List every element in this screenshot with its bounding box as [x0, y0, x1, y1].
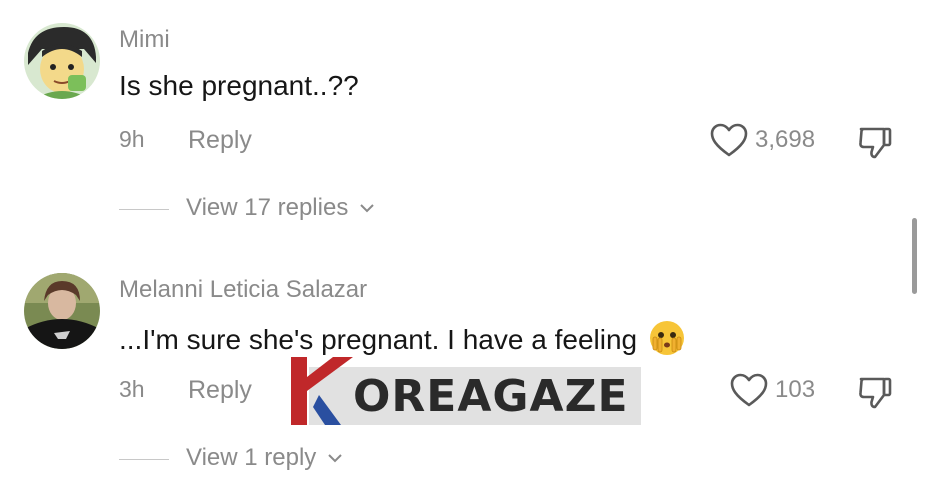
thumbs-down-outline-icon[interactable] — [855, 371, 895, 411]
avatar[interactable] — [24, 23, 100, 99]
chevron-down-icon — [327, 445, 343, 473]
watermark-k-mark — [289, 355, 359, 427]
comment-timestamp: 3h — [119, 376, 145, 402]
avatar[interactable] — [24, 273, 100, 349]
view-replies-label: View 17 replies — [186, 194, 349, 221]
comment-username[interactable]: Melanni Leticia Salazar — [119, 276, 367, 304]
reply-button[interactable]: Reply — [188, 376, 252, 405]
heart-outline-icon[interactable] — [709, 121, 749, 161]
divider — [119, 209, 169, 210]
heart-outline-icon[interactable] — [729, 371, 769, 411]
face-with-peeking-eye-icon — [649, 320, 685, 363]
comment-text-content: ...I'm sure she's pregnant. I have a fee… — [119, 323, 638, 355]
like-count: 103 — [775, 376, 816, 403]
view-replies-button[interactable]: View 1 reply — [186, 444, 343, 473]
comment-item: Mimi Is she pregnant..?? 9h Reply 3,698 … — [0, 0, 925, 230]
chevron-down-icon — [359, 195, 375, 223]
divider — [119, 459, 169, 460]
like-count: 3,698 — [755, 126, 816, 153]
comment-text: Is she pregnant..?? — [119, 70, 359, 101]
view-replies-button[interactable]: View 17 replies — [186, 194, 375, 223]
comment-timestamp: 9h — [119, 126, 145, 152]
comment-username[interactable]: Mimi — [119, 26, 170, 54]
watermark-logo: OREAGAZE — [289, 355, 641, 427]
reply-button[interactable]: Reply — [188, 126, 252, 155]
view-replies-label: View 1 reply — [186, 444, 317, 471]
thumbs-down-outline-icon[interactable] — [855, 121, 895, 161]
watermark-text: OREAGAZE — [353, 371, 629, 422]
